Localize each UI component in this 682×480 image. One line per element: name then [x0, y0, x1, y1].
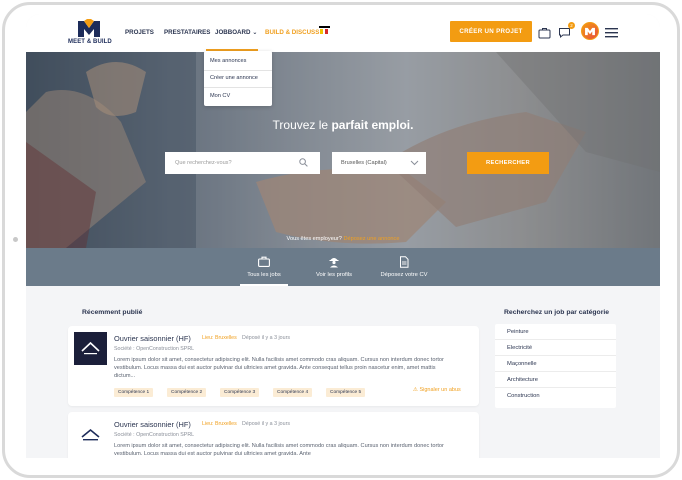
job-search-input[interactable]	[165, 152, 295, 174]
nav-jobboard[interactable]: JOBBOARD ⌄	[215, 29, 257, 36]
jobboard-tabs: Tous les jobs Voir les profils Déposez v…	[26, 248, 660, 286]
hero-banner: Trouvez le parfait emploi. Bruxelles (Ca…	[26, 52, 660, 248]
job-date: Déposé il y a 3 jours	[242, 335, 290, 341]
job-date: Déposé il y a 3 jours	[242, 421, 290, 427]
tab-label: Voir les profils	[315, 272, 353, 278]
company-logo	[74, 418, 107, 451]
nav-projets[interactable]: PROJETS	[125, 29, 154, 36]
category-item[interactable]: Architecture	[495, 372, 616, 388]
logo-mark-icon	[78, 19, 100, 37]
menu-divider	[204, 70, 272, 71]
job-card[interactable]: Ouvrier saisonnier (HF) Lieu: Bruxelles …	[68, 326, 479, 406]
employer-cta: Vous êtes employeur? Déposez une annonce	[26, 236, 660, 242]
nav-prestataires[interactable]: PRESTATAIRES	[164, 29, 210, 36]
employer-text: Vous êtes employeur?	[286, 236, 342, 242]
category-item[interactable]: Peinture	[495, 324, 616, 340]
top-header: MEET & BUILD PROJETS PRESTATAIRES JOBBOA…	[26, 14, 660, 52]
device-camera	[13, 237, 18, 242]
job-description: Lorem ipsum dolor sit amet, consectetur …	[114, 357, 444, 379]
hero-title-bold: parfait emploi.	[331, 118, 414, 132]
briefcase-icon	[258, 256, 270, 267]
menu-divider	[204, 87, 272, 88]
avatar-logo-icon	[585, 27, 595, 36]
search-icon[interactable]	[299, 158, 308, 167]
menu-item-mes-annonces[interactable]: Mes annonces	[210, 58, 246, 64]
category-item[interactable]: Construction	[495, 388, 616, 404]
nav-jobboard-label: JOBBOARD	[215, 29, 251, 36]
document-icon	[400, 256, 409, 268]
report-abuse-link[interactable]: ⚠ Signaler un abus	[413, 387, 461, 393]
tab-label: Tous les jobs	[247, 272, 281, 278]
job-search-field[interactable]	[165, 152, 320, 174]
menu-item-mon-cv[interactable]: Mon CV	[210, 93, 230, 99]
job-description: Lorem ipsum dolor sit amet, consectetur …	[114, 443, 444, 457]
app-screen: MEET & BUILD PROJETS PRESTATAIRES JOBBOA…	[26, 14, 660, 458]
skill-tag: Compétence 2	[167, 388, 207, 397]
job-company: Société : OpenConstruction SPRL	[114, 432, 195, 438]
job-location: Lieu: Bruxelles	[202, 421, 237, 427]
tab-label: Déposez votre CV	[380, 272, 428, 278]
nav-build-discuss[interactable]: BUILD & DISCUSS	[265, 29, 319, 36]
belgium-flag-icon[interactable]	[319, 26, 330, 36]
skill-tag: Compétence 4	[273, 388, 313, 397]
jobboard-dropdown-menu: Mes annonces Créer une annonce Mon CV	[204, 51, 272, 106]
company-logo-icon	[81, 428, 100, 441]
chevron-down-icon	[410, 160, 419, 166]
worker-icon	[329, 258, 339, 268]
skill-tag: Compétence 1	[114, 388, 154, 397]
logo-text: MEET & BUILD	[68, 39, 112, 45]
chevron-down-icon: ⌄	[252, 30, 258, 36]
search-button[interactable]: RECHERCHER	[467, 152, 549, 174]
skill-tag: Compétence 3	[220, 388, 260, 397]
meet-build-logo[interactable]: MEET & BUILD	[68, 19, 112, 47]
company-logo	[74, 332, 107, 365]
categories-section-title: Recherchez un job par catégorie	[504, 309, 610, 316]
hamburger-menu-icon[interactable]	[605, 26, 618, 39]
tab-voir-les-profils[interactable]: Voir les profils	[304, 248, 364, 286]
category-item[interactable]: Electricité	[495, 340, 616, 356]
post-ad-link[interactable]: Déposez une annonce	[343, 236, 399, 242]
skill-tag: Compétence 5	[326, 388, 366, 397]
job-location: Lieu: Bruxelles	[202, 335, 237, 341]
job-title[interactable]: Ouvrier saisonnier (HF)	[114, 334, 191, 343]
create-project-button[interactable]: CRÉER UN PROJET	[450, 21, 532, 42]
hero-overlay	[26, 52, 660, 248]
location-select[interactable]: Bruxelles (Capital)	[332, 152, 426, 174]
location-selected-value: Bruxelles (Capital)	[341, 160, 387, 166]
notification-badge: 2	[568, 22, 575, 29]
menu-item-creer-annonce[interactable]: Créer une annonce	[210, 75, 258, 81]
job-card[interactable]: Ouvrier saisonnier (HF) Lieu: Bruxelles …	[68, 412, 479, 458]
tab-deposez-cv[interactable]: Déposez votre CV	[374, 248, 434, 286]
user-avatar[interactable]	[581, 22, 599, 40]
tab-tous-les-jobs[interactable]: Tous les jobs	[234, 248, 294, 286]
job-company: Société : OpenConstruction SPRL	[114, 346, 195, 352]
category-list: Peinture Electricité Maçonnelle Architec…	[495, 324, 616, 408]
recent-section-title: Récemment publié	[82, 309, 143, 316]
hero-title-prefix: Trouvez le	[272, 118, 329, 132]
report-abuse-label: Signaler un abus	[419, 387, 461, 393]
category-item[interactable]: Maçonnelle	[495, 356, 616, 372]
hero-title: Trouvez le parfait emploi.	[26, 118, 660, 132]
briefcase-icon[interactable]	[538, 26, 551, 39]
company-logo-icon	[81, 341, 100, 355]
job-title[interactable]: Ouvrier saisonnier (HF)	[114, 420, 191, 429]
